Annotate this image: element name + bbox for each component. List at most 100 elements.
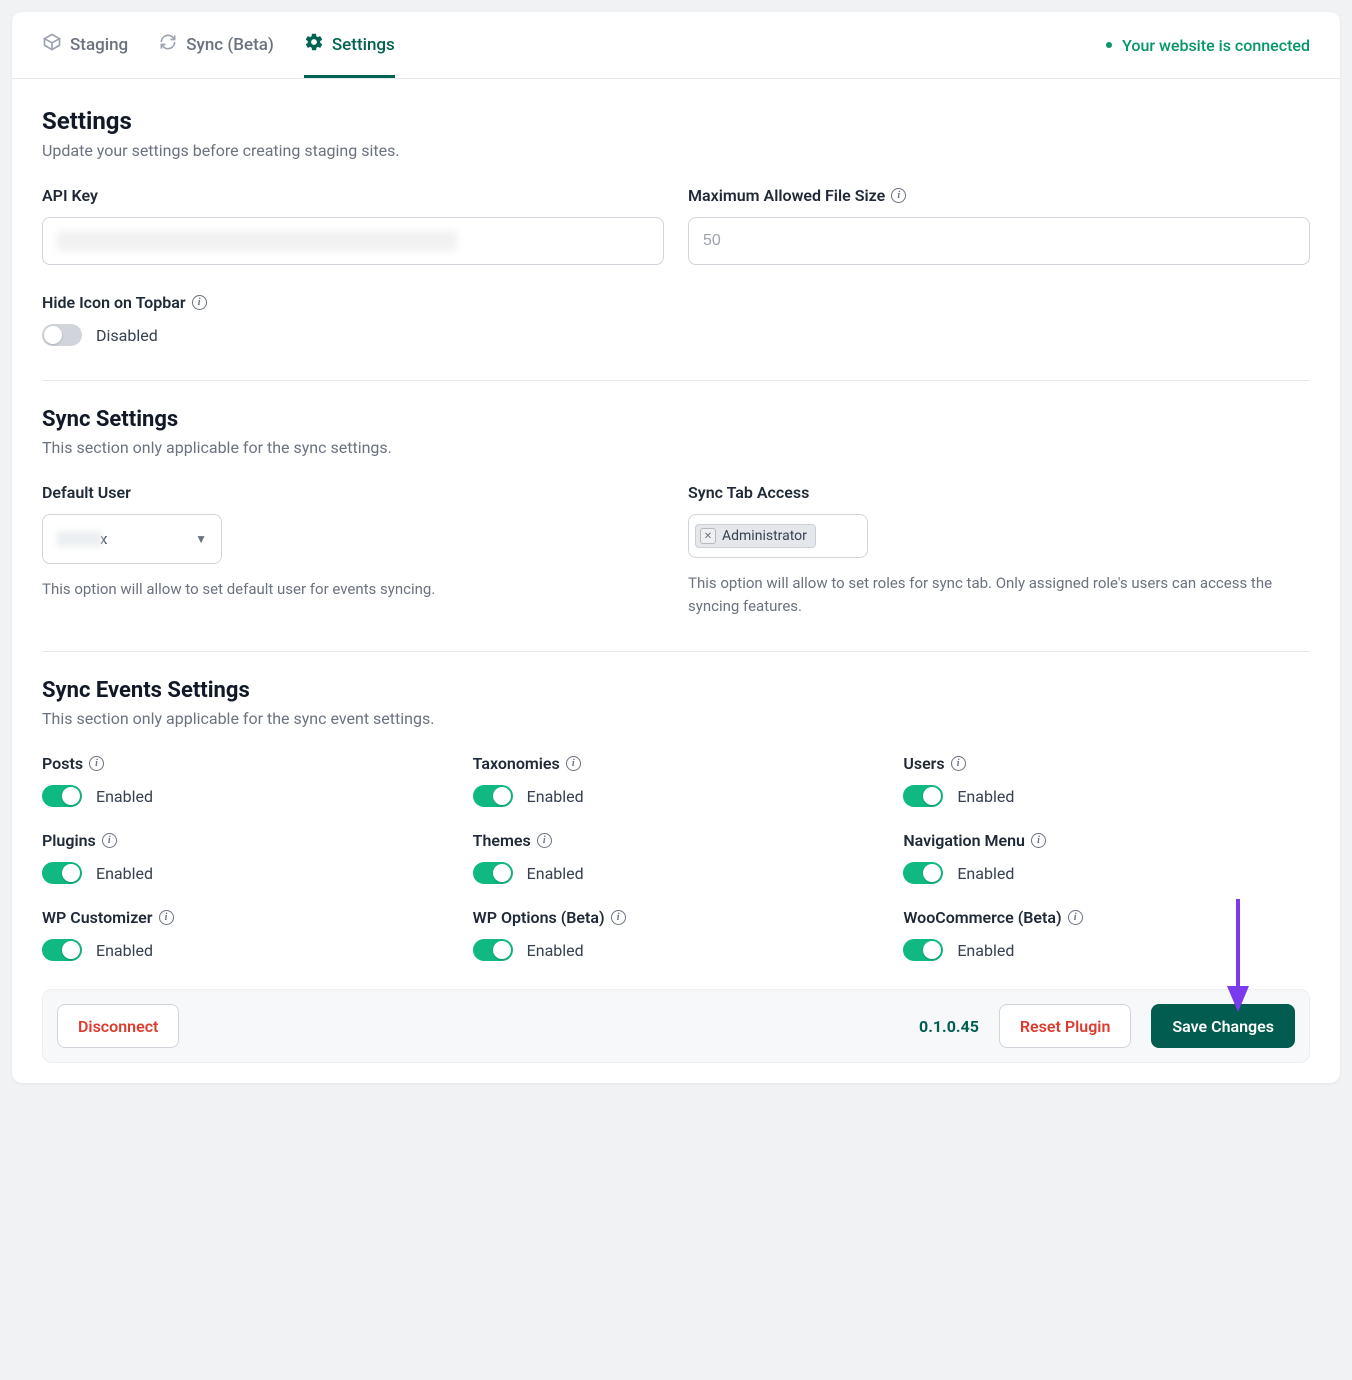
- status-text: Your website is connected: [1122, 36, 1310, 55]
- event-plugins: Plugins i Enabled: [42, 831, 449, 884]
- tab-settings[interactable]: Settings: [304, 12, 395, 78]
- event-label: Taxonomies: [473, 754, 560, 773]
- info-icon[interactable]: i: [102, 833, 117, 848]
- event-toggle[interactable]: [473, 862, 513, 884]
- footer-bar: Disconnect 0.1.0.45 Reset Plugin Save Ch…: [42, 989, 1310, 1063]
- event-themes: Themesi Enabled: [473, 831, 880, 884]
- toggle-state-text: Enabled: [96, 864, 153, 883]
- info-icon[interactable]: i: [192, 295, 207, 310]
- default-user-help: This option will allow to set default us…: [42, 578, 664, 601]
- event-label: WooCommerce (Beta): [903, 908, 1061, 927]
- tabs-row: Staging Sync (Beta) Settings Your websit…: [12, 12, 1340, 79]
- events-grid: Postsi Enabled Taxonomiesi Enabled Users…: [42, 754, 1310, 961]
- event-toggle[interactable]: [42, 939, 82, 961]
- role-chip: ✕ Administrator: [695, 524, 816, 548]
- api-key-field: API Key: [42, 186, 664, 265]
- label-text: Maximum Allowed File Size: [688, 186, 885, 205]
- event-label: Navigation Menu: [903, 831, 1025, 850]
- event-toggle[interactable]: [903, 785, 943, 807]
- settings-body: Settings Update your settings before cre…: [12, 79, 1340, 1083]
- sync-title: Sync Settings: [42, 407, 1310, 432]
- tab-sync[interactable]: Sync (Beta): [158, 12, 274, 78]
- api-key-input[interactable]: [42, 217, 664, 265]
- info-icon[interactable]: i: [89, 756, 104, 771]
- event-label: WP Customizer: [42, 908, 153, 927]
- sync-tab-access-label: Sync Tab Access: [688, 483, 1310, 502]
- max-file-input[interactable]: [688, 217, 1310, 265]
- status-dot-icon: [1106, 42, 1112, 48]
- event-taxonomies: Taxonomies i Enabled: [473, 754, 880, 807]
- event-woocommerce: WooCommerce (Beta) i Enabled: [903, 908, 1310, 961]
- event-toggle[interactable]: [42, 785, 82, 807]
- sync-subtitle: This section only applicable for the syn…: [42, 438, 1310, 457]
- info-icon[interactable]: i: [891, 188, 906, 203]
- box-icon: [42, 32, 62, 57]
- disconnect-button[interactable]: Disconnect: [57, 1004, 179, 1048]
- toggle-state-text: Enabled: [527, 941, 584, 960]
- event-label: Users: [903, 754, 944, 773]
- redacted-value: [57, 531, 102, 547]
- event-label: Themes: [473, 831, 531, 850]
- event-wp-options: WP Options (Beta) i Enabled: [473, 908, 880, 961]
- event-users: Usersi Enabled: [903, 754, 1310, 807]
- toggle-state-text: Enabled: [527, 787, 584, 806]
- toggle-state-text: Enabled: [957, 941, 1014, 960]
- gear-icon: [304, 32, 324, 57]
- chevron-down-icon: ▼: [195, 532, 207, 546]
- event-toggle[interactable]: [473, 785, 513, 807]
- label-text: Hide Icon on Topbar: [42, 293, 186, 312]
- sync-icon: [158, 32, 178, 57]
- tab-label: Sync (Beta): [186, 35, 274, 55]
- info-icon[interactable]: i: [611, 910, 626, 925]
- tab-staging[interactable]: Staging: [42, 12, 128, 78]
- max-file-field: Maximum Allowed File Size i: [688, 186, 1310, 265]
- toggle-state-text: Enabled: [527, 864, 584, 883]
- sync-tab-access-help: This option will allow to set roles for …: [688, 572, 1310, 617]
- event-toggle[interactable]: [42, 862, 82, 884]
- max-file-label: Maximum Allowed File Size i: [688, 186, 1310, 205]
- event-toggle[interactable]: [903, 939, 943, 961]
- event-posts: Postsi Enabled: [42, 754, 449, 807]
- divider: [42, 380, 1310, 381]
- tabs: Staging Sync (Beta) Settings: [42, 12, 395, 78]
- chip-label: Administrator: [722, 528, 807, 544]
- info-icon[interactable]: i: [159, 910, 174, 925]
- info-icon[interactable]: i: [1068, 910, 1083, 925]
- chip-remove-icon[interactable]: ✕: [700, 528, 716, 544]
- connection-status: Your website is connected: [1106, 36, 1310, 55]
- default-user-field: Default User x ▼ This option will allow …: [42, 483, 664, 617]
- toggle-state-text: Enabled: [957, 864, 1014, 883]
- event-wp-customizer: WP Customizer i Enabled: [42, 908, 449, 961]
- info-icon[interactable]: i: [537, 833, 552, 848]
- default-user-select[interactable]: x ▼: [42, 514, 222, 564]
- api-key-label: API Key: [42, 186, 664, 205]
- version-text: 0.1.0.45: [919, 1017, 979, 1036]
- info-icon[interactable]: i: [566, 756, 581, 771]
- events-title: Sync Events Settings: [42, 678, 1310, 703]
- default-user-label: Default User: [42, 483, 664, 502]
- event-toggle[interactable]: [903, 862, 943, 884]
- hide-icon-label: Hide Icon on Topbar i: [42, 293, 1310, 312]
- toggle-state-text: Enabled: [957, 787, 1014, 806]
- divider: [42, 651, 1310, 652]
- event-navigation-menu: Navigation Menu i Enabled: [903, 831, 1310, 884]
- toggle-state-text: Enabled: [96, 941, 153, 960]
- hide-icon-field: Hide Icon on Topbar i Disabled: [42, 293, 1310, 346]
- info-icon[interactable]: i: [1031, 833, 1046, 848]
- events-subtitle: This section only applicable for the syn…: [42, 709, 1310, 728]
- tab-label: Staging: [70, 35, 128, 55]
- event-toggle[interactable]: [473, 939, 513, 961]
- event-label: WP Options (Beta): [473, 908, 605, 927]
- event-label: Posts: [42, 754, 83, 773]
- page-subtitle: Update your settings before creating sta…: [42, 141, 1310, 160]
- hide-icon-toggle[interactable]: [42, 324, 82, 346]
- toggle-state-text: Disabled: [96, 326, 158, 345]
- reset-plugin-button[interactable]: Reset Plugin: [999, 1004, 1132, 1048]
- sync-tab-access-input[interactable]: ✕ Administrator: [688, 514, 868, 558]
- redacted-value: [57, 231, 457, 251]
- tab-label: Settings: [332, 35, 395, 55]
- toggle-state-text: Enabled: [96, 787, 153, 806]
- info-icon[interactable]: i: [951, 756, 966, 771]
- event-label: Plugins: [42, 831, 96, 850]
- save-changes-button[interactable]: Save Changes: [1151, 1004, 1295, 1048]
